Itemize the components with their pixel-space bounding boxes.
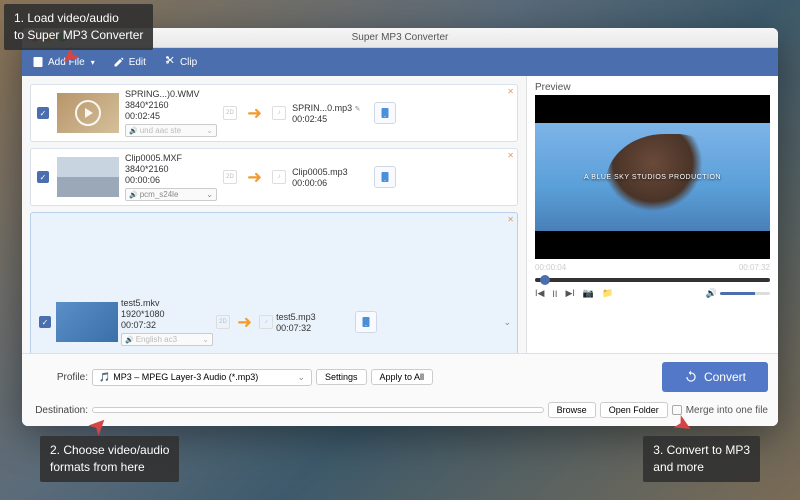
preview-time-current: 00:00:04 bbox=[535, 263, 566, 272]
prev-frame-button[interactable]: I◀ bbox=[535, 288, 544, 299]
convert-arrow-icon: ➜ bbox=[237, 312, 252, 333]
add-file-icon bbox=[32, 56, 44, 68]
row-action-button[interactable] bbox=[374, 102, 396, 124]
output-filename: Clip0005.mp3 bbox=[292, 167, 368, 177]
callout-step3: 3. Convert to MP3 and more bbox=[643, 436, 760, 482]
volume-slider[interactable] bbox=[720, 292, 770, 295]
open-folder-button[interactable]: Open Folder bbox=[600, 402, 668, 418]
preview-time-total: 00:07:32 bbox=[739, 263, 770, 272]
preview-video[interactable]: A BLUE SKY STUDIOS PRODUCTION bbox=[535, 95, 770, 259]
main-toolbar: Add File ▾ Edit Clip bbox=[22, 48, 778, 76]
remove-row-icon[interactable]: ✕ bbox=[507, 151, 514, 160]
input-duration: 00:07:32 bbox=[121, 320, 213, 330]
output-duration: 00:00:06 bbox=[292, 178, 368, 188]
device-icon bbox=[379, 107, 391, 119]
output-filename: SPRIN...0.mp3 ✎ bbox=[292, 103, 368, 113]
output-duration: 00:02:45 bbox=[292, 114, 368, 124]
preview-panel: Preview A BLUE SKY STUDIOS PRODUCTION 00… bbox=[526, 76, 778, 353]
bottom-bar: Profile: 🎵MP3 – MPEG Layer-3 Audio (*.mp… bbox=[22, 353, 778, 426]
convert-arrow-icon: ➜ bbox=[247, 167, 262, 188]
video-badge-icon: 2D bbox=[223, 106, 237, 120]
folder-button[interactable]: 📁 bbox=[602, 288, 613, 299]
remove-row-icon[interactable]: ✕ bbox=[507, 215, 514, 224]
remove-row-icon[interactable]: ✕ bbox=[507, 87, 514, 96]
output-duration: 00:07:32 bbox=[276, 323, 352, 333]
callout-step2: 2. Choose video/audio formats from here bbox=[40, 436, 179, 482]
next-frame-button[interactable]: ▶I bbox=[565, 288, 574, 299]
audio-badge-icon: ♪ bbox=[272, 170, 286, 184]
apply-all-button[interactable]: Apply to All bbox=[371, 369, 434, 385]
scissors-icon bbox=[164, 56, 176, 68]
input-resolution: 3840*2160 bbox=[125, 164, 217, 174]
clip-button[interactable]: Clip bbox=[164, 56, 197, 68]
callout-step1: 1. Load video/audio to Super MP3 Convert… bbox=[4, 4, 153, 50]
profile-label: Profile: bbox=[32, 372, 88, 383]
profile-select[interactable]: 🎵MP3 – MPEG Layer-3 Audio (*.mp3) bbox=[92, 369, 312, 386]
audio-track-select[interactable]: und aac ste bbox=[125, 124, 217, 137]
preview-controls: I◀ II ▶I 📷 📁 🔊 bbox=[527, 282, 778, 305]
input-resolution: 3840*2160 bbox=[125, 100, 217, 110]
preview-label: Preview bbox=[527, 76, 778, 95]
audio-badge-icon: ♪ bbox=[272, 106, 286, 120]
audio-badge-icon: ♪ bbox=[259, 315, 273, 329]
file-list: ✓ SPRING...)0.WMV 3840*2160 00:02:45 und… bbox=[22, 76, 526, 353]
thumbnail[interactable] bbox=[57, 157, 119, 197]
input-duration: 00:02:45 bbox=[125, 111, 217, 121]
merge-label: Merge into one file bbox=[686, 405, 768, 416]
settings-button[interactable]: Settings bbox=[316, 369, 367, 385]
clip-label: Clip bbox=[180, 57, 197, 68]
file-row[interactable]: ✓ Clip0005.MXF 3840*2160 00:00:06 pcm_s2… bbox=[30, 148, 518, 206]
edit-button[interactable]: Edit bbox=[113, 56, 146, 68]
convert-button[interactable]: Convert bbox=[662, 362, 768, 392]
app-window: Super MP3 Converter Add File ▾ Edit Clip… bbox=[22, 28, 778, 426]
input-filename: SPRING...)0.WMV bbox=[125, 89, 217, 99]
refresh-icon bbox=[684, 370, 698, 384]
device-icon bbox=[360, 316, 372, 328]
output-filename: test5.mp3 bbox=[276, 312, 352, 322]
file-row[interactable]: ✓ SPRING...)0.WMV 3840*2160 00:02:45 und… bbox=[30, 84, 518, 142]
file-row[interactable]: ✓ test5.mkv 1920*1080 00:07:32 English a… bbox=[30, 212, 518, 353]
pause-button[interactable]: II bbox=[552, 289, 557, 299]
device-icon bbox=[379, 171, 391, 183]
row-action-button[interactable] bbox=[355, 311, 377, 333]
input-resolution: 1920*1080 bbox=[121, 309, 213, 319]
preview-seekbar[interactable] bbox=[535, 278, 770, 282]
edit-icon bbox=[113, 56, 125, 68]
rename-icon[interactable]: ✎ bbox=[355, 106, 361, 113]
video-badge-icon: 2D bbox=[216, 315, 230, 329]
destination-input[interactable] bbox=[92, 407, 544, 413]
browse-button[interactable]: Browse bbox=[548, 402, 596, 418]
row-checkbox[interactable]: ✓ bbox=[39, 316, 51, 328]
row-action-button[interactable] bbox=[374, 166, 396, 188]
thumbnail[interactable] bbox=[57, 93, 119, 133]
seek-handle-icon[interactable] bbox=[540, 275, 550, 285]
edit-label: Edit bbox=[129, 57, 146, 68]
row-checkbox[interactable]: ✓ bbox=[37, 171, 49, 183]
destination-label: Destination: bbox=[32, 405, 88, 416]
dropdown-caret-icon: ▾ bbox=[91, 58, 95, 67]
convert-arrow-icon: ➜ bbox=[247, 103, 262, 124]
preview-overlay-text: A BLUE SKY STUDIOS PRODUCTION bbox=[584, 174, 721, 181]
audio-track-select[interactable]: English ac3 bbox=[121, 333, 213, 346]
audio-track-select[interactable]: pcm_s24le bbox=[125, 188, 217, 201]
snapshot-button[interactable]: 📷 bbox=[583, 288, 594, 299]
thumbnail[interactable] bbox=[56, 302, 118, 342]
row-checkbox[interactable]: ✓ bbox=[37, 107, 49, 119]
input-filename: test5.mkv bbox=[121, 298, 213, 308]
input-duration: 00:00:06 bbox=[125, 175, 217, 185]
input-filename: Clip0005.MXF bbox=[125, 153, 217, 163]
volume-icon[interactable]: 🔊 bbox=[706, 288, 717, 299]
video-badge-icon: 2D bbox=[223, 170, 237, 184]
